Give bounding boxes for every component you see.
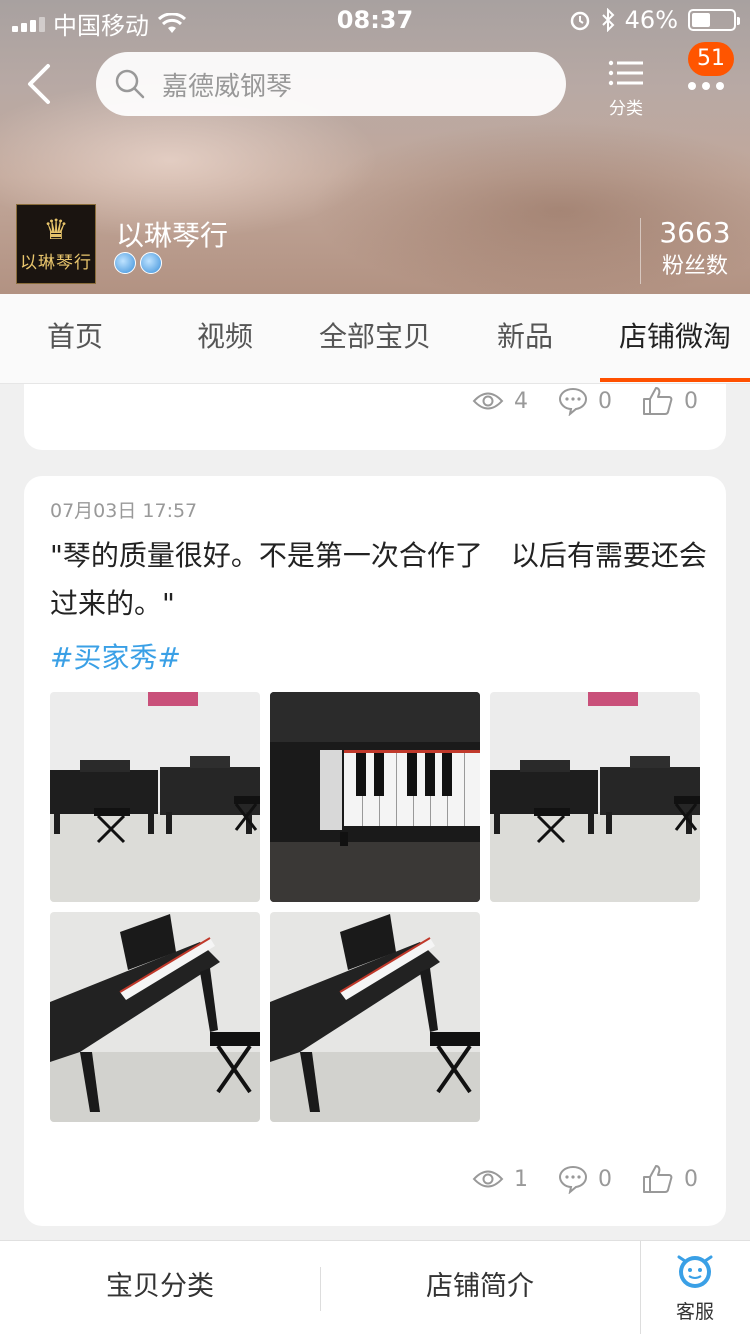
active-tab-indicator: [600, 378, 750, 382]
feed-card[interactable]: 07月03日 17:57 "琴的质量很好。不是第一次合作了 以后有需要还会过来的…: [24, 476, 726, 1226]
post-date: 07月03日 17:57: [50, 500, 198, 522]
search-input[interactable]: 嘉德威钢琴: [96, 52, 566, 116]
shop-header: [0, 0, 750, 294]
post-stats: 1 0 0: [472, 1164, 698, 1194]
battery-percent: 46%: [624, 6, 678, 34]
tab-video[interactable]: 视频: [150, 294, 300, 384]
tab-new[interactable]: 新品: [450, 294, 600, 384]
view-count: 1: [472, 1167, 528, 1192]
chevron-left-icon: [28, 64, 50, 104]
notification-badge: 51: [688, 42, 734, 76]
post-hashtag[interactable]: #买家秀#: [50, 636, 181, 676]
item-category-button[interactable]: 宝贝分类: [0, 1241, 320, 1334]
like-button[interactable]: 0: [642, 1164, 698, 1194]
tab-shop-weitao[interactable]: 店铺微淘: [600, 294, 750, 384]
status-bar: 中国移动 08:37 46%: [0, 0, 750, 40]
logo-text: 以琳琴行: [20, 252, 92, 273]
divider: [640, 218, 641, 284]
back-button[interactable]: [22, 62, 62, 106]
customer-service-icon: [677, 1255, 713, 1288]
category-button[interactable]: 分类: [600, 58, 652, 119]
shop-level-badges: [114, 252, 162, 274]
bottom-bar: 宝贝分类 店铺简介 客服: [0, 1240, 750, 1334]
post-image[interactable]: [270, 912, 480, 1122]
comment-button[interactable]: 0: [558, 1164, 612, 1194]
customer-service-button[interactable]: 客服: [655, 1251, 735, 1324]
eye-icon: [472, 1170, 504, 1188]
tab-home[interactable]: 首页: [0, 294, 150, 384]
view-count: 4: [472, 389, 528, 414]
category-label: 分类: [609, 99, 643, 119]
crown-badge-icon: [114, 252, 136, 274]
comment-icon: [558, 1165, 588, 1194]
post-image[interactable]: [490, 692, 700, 902]
search-icon: [115, 69, 145, 99]
battery-icon: [688, 9, 740, 31]
post-image[interactable]: [50, 912, 260, 1122]
divider: [640, 1241, 641, 1334]
post-image[interactable]: [270, 692, 480, 902]
post-stats: 4 0 0: [472, 386, 698, 416]
eye-icon: [472, 392, 504, 410]
thumbs-up-icon: [643, 1165, 673, 1193]
list-icon: [608, 60, 643, 86]
thumbs-up-icon: [643, 387, 673, 415]
fans-label: 粉丝数: [661, 254, 728, 279]
post-text: "琴的质量很好。不是第一次合作了 以后有需要还会过来的。": [50, 539, 707, 620]
shop-name[interactable]: 以琳琴行: [116, 214, 228, 254]
shop-intro-button[interactable]: 店铺简介: [320, 1241, 640, 1334]
comment-button[interactable]: 0: [558, 386, 612, 416]
alarm-icon: [570, 11, 589, 31]
fans-count: 3663: [659, 216, 731, 249]
crown-badge-icon: [140, 252, 162, 274]
comment-icon: [558, 387, 588, 416]
like-button[interactable]: 0: [642, 386, 698, 416]
shop-tabs: 首页 视频 全部宝贝 新品 店铺微淘: [0, 294, 750, 384]
crown-icon: ♛: [43, 212, 69, 246]
customer-service-label: 客服: [675, 1301, 714, 1323]
tab-all-items[interactable]: 全部宝贝: [300, 294, 450, 384]
post-image[interactable]: [50, 692, 260, 902]
shop-logo[interactable]: ♛ 以琳琴行: [16, 204, 96, 284]
search-placeholder: 嘉德威钢琴: [162, 71, 293, 102]
bluetooth-icon: [601, 8, 615, 32]
